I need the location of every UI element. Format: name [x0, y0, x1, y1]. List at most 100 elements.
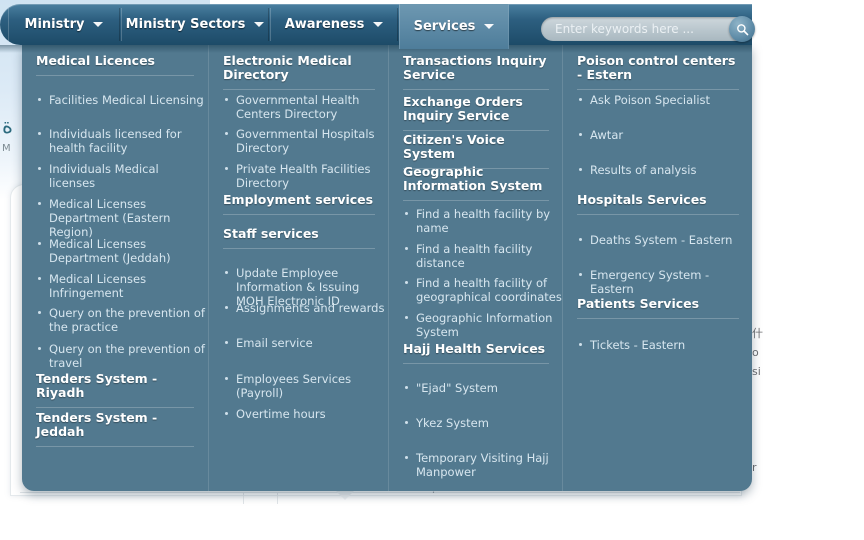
mega-menu-link[interactable]: Governmental Hospitals Directory	[223, 127, 388, 155]
mega-menu-group-heading-label: Staff services	[223, 226, 319, 241]
mega-menu-group-divider	[36, 75, 194, 76]
nav-item-label: Ministry	[24, 17, 85, 32]
mega-menu-link[interactable]: Find a health facility distance	[403, 242, 562, 270]
mega-menu-link[interactable]: Geographic Information System	[403, 311, 562, 339]
mega-menu-group-heading[interactable]: Hospitals Services	[577, 193, 739, 215]
mega-menu-link[interactable]: Results of analysis	[577, 163, 752, 177]
mega-menu-link[interactable]: Individuals licensed for health facility	[36, 127, 207, 155]
mega-menu-link[interactable]: Employees Services (Payroll)	[223, 372, 388, 400]
mega-menu-column-1: Medical Licences Facilities Medical Licen…	[22, 45, 208, 491]
content-column-divider-1	[243, 492, 244, 504]
mega-menu-link[interactable]: Emergency System - Eastern	[577, 268, 752, 296]
nav-item-label: Awareness	[284, 17, 365, 32]
mega-menu-group-heading[interactable]: Electronic Medical Directory	[223, 54, 375, 90]
site-logo: ة	[2, 114, 14, 138]
mega-menu-link[interactable]: Query on the prevention of the practice	[36, 306, 207, 334]
mega-menu-group-heading-label: Poison control centers - Estern	[577, 53, 736, 82]
mega-menu-group-divider	[223, 89, 375, 90]
mega-menu-group-heading-label: Patients Services	[577, 296, 700, 311]
mega-menu-group-heading-label: Employment services	[223, 192, 374, 207]
background-text-fragment: r	[752, 461, 757, 474]
nav-item-label: Services	[413, 19, 476, 34]
nav-item-label: Ministry Sectors	[125, 17, 246, 32]
mega-menu-group-heading[interactable]: Tenders System - Riyadh	[36, 372, 194, 408]
mega-menu-group-heading[interactable]: Employment services	[223, 193, 375, 215]
mega-menu-link[interactable]: Governmental Health Centers Directory	[223, 93, 388, 121]
mega-menu-group-divider	[36, 407, 194, 408]
mega-menu-group-divider	[577, 214, 739, 215]
mega-menu-group-heading[interactable]: Staff services	[223, 227, 375, 249]
chevron-down-icon	[373, 22, 384, 27]
mega-menu-link[interactable]: Find a health facility of geographical c…	[403, 276, 562, 304]
chevron-down-icon	[254, 22, 265, 27]
mega-menu-group-heading-label: Hajj Health Services	[403, 341, 546, 356]
mega-menu-group-divider	[577, 89, 739, 90]
mega-menu-group-divider	[403, 200, 549, 201]
mega-menu-link[interactable]: Find a health facility by name	[403, 207, 562, 235]
search-box[interactable]	[541, 16, 755, 42]
background-text-fragment: si	[752, 365, 761, 378]
mega-menu-group-divider	[223, 248, 375, 249]
mega-menu-group-heading-label: Medical Licences	[36, 53, 155, 68]
site-logo-subtitle: M	[2, 143, 11, 154]
mega-menu-group-heading[interactable]: Poison control centers - Estern	[577, 54, 739, 90]
mega-menu-link[interactable]: Deaths System - Eastern	[577, 233, 752, 247]
mega-menu-link[interactable]: Overtime hours	[223, 407, 388, 421]
mega-menu-group-heading[interactable]: Medical Licences	[36, 54, 194, 76]
mega-menu-link[interactable]: Facilities Medical Licensing	[36, 93, 207, 107]
mega-menu-link[interactable]: Temporary Visiting Hajj Manpower	[403, 451, 562, 479]
services-mega-menu: Medical Licences Facilities Medical Licen…	[22, 45, 752, 491]
mega-menu-link[interactable]: Individuals Medical licenses	[36, 162, 207, 190]
mega-menu-group-heading[interactable]: Geographic Information System	[403, 165, 549, 201]
mega-menu-link[interactable]: Email service	[223, 336, 388, 350]
mega-menu-group-heading-label: Citizen's Voice System	[403, 132, 505, 161]
main-navbar: Services Awareness Ministry Sectors Ministr…	[0, 4, 755, 49]
nav-item-awareness[interactable]: Awareness	[270, 8, 398, 41]
mega-menu-link[interactable]: Tickets - Eastern	[577, 338, 752, 352]
mega-menu-link[interactable]: Private Health Facilities Directory	[223, 162, 388, 190]
mega-menu-group-heading-label: Transactions Inquiry Service	[403, 53, 547, 82]
search-icon	[736, 23, 748, 35]
mega-menu-group-divider	[403, 89, 549, 90]
mega-menu-column-4: Poison control centers - Estern Ask Poiso…	[562, 45, 752, 491]
mega-menu-group-heading-label: Hospitals Services	[577, 192, 707, 207]
nav-item-services[interactable]: Services	[399, 4, 509, 49]
mega-menu-group-heading-label: Exchange Orders Inquiry Service	[403, 94, 523, 123]
content-divider	[20, 492, 740, 493]
search-button[interactable]	[729, 16, 755, 42]
navbar-shadow	[0, 45, 752, 53]
mega-menu-link[interactable]: Medical Licenses Infringement	[36, 272, 207, 300]
mega-menu-group-heading[interactable]: Transactions Inquiry Service	[403, 54, 549, 90]
mega-menu-link[interactable]: "Ejad" System	[403, 381, 562, 395]
search-input[interactable]	[553, 21, 729, 37]
chevron-down-icon	[484, 24, 495, 29]
background-text-fragment: o	[752, 346, 759, 359]
mega-menu-link[interactable]: Ykez System	[403, 416, 562, 430]
mega-menu-group-divider	[36, 446, 194, 447]
mega-menu-group-heading[interactable]: Patients Services	[577, 297, 739, 319]
nav-item-ministry-sectors[interactable]: Ministry Sectors	[121, 8, 269, 41]
mega-menu-group-heading[interactable]: Tenders System - Jeddah	[36, 411, 194, 447]
browser-page: ة M ⋮ 什 o si r Medical LicencesFacilitie…	[0, 0, 864, 540]
mega-menu-group-heading-label: Geographic Information System	[403, 164, 543, 193]
mega-menu-group-heading[interactable]: Hajj Health Services	[403, 342, 549, 364]
mega-menu-link[interactable]: Assignments and rewards	[223, 301, 388, 315]
nav-item-ministry[interactable]: Ministry	[8, 8, 120, 41]
mega-menu-link[interactable]: Medical Licenses Department (Jeddah)	[36, 237, 207, 265]
content-column-divider-2	[277, 492, 278, 504]
chevron-down-icon	[93, 22, 104, 27]
mega-menu-link[interactable]: Awtar	[577, 128, 752, 142]
mega-menu-group-heading[interactable]: Exchange Orders Inquiry Service	[403, 95, 549, 131]
mega-menu-group-heading-label: Tenders System - Jeddah	[36, 410, 158, 439]
mega-menu-group-heading-label: Electronic Medical Directory	[223, 53, 352, 82]
mega-menu-group-divider	[223, 214, 375, 215]
mega-menu-group-divider	[403, 130, 549, 131]
background-text-fragment: 什	[752, 327, 763, 340]
mega-menu-link[interactable]: Ask Poison Specialist	[577, 93, 752, 107]
mega-menu-column-2: Electronic Medical Directory Governmental…	[208, 45, 388, 491]
mega-menu-group-heading-label: Tenders System - Riyadh	[36, 371, 158, 400]
mega-menu-link[interactable]: Query on the prevention of travel	[36, 342, 207, 370]
mega-menu-group-divider	[577, 318, 739, 319]
mega-menu-link[interactable]: Medical Licenses Department (Eastern Reg…	[36, 197, 207, 239]
mega-menu-column-3: Transactions Inquiry Service Exchange Ord…	[388, 45, 562, 491]
